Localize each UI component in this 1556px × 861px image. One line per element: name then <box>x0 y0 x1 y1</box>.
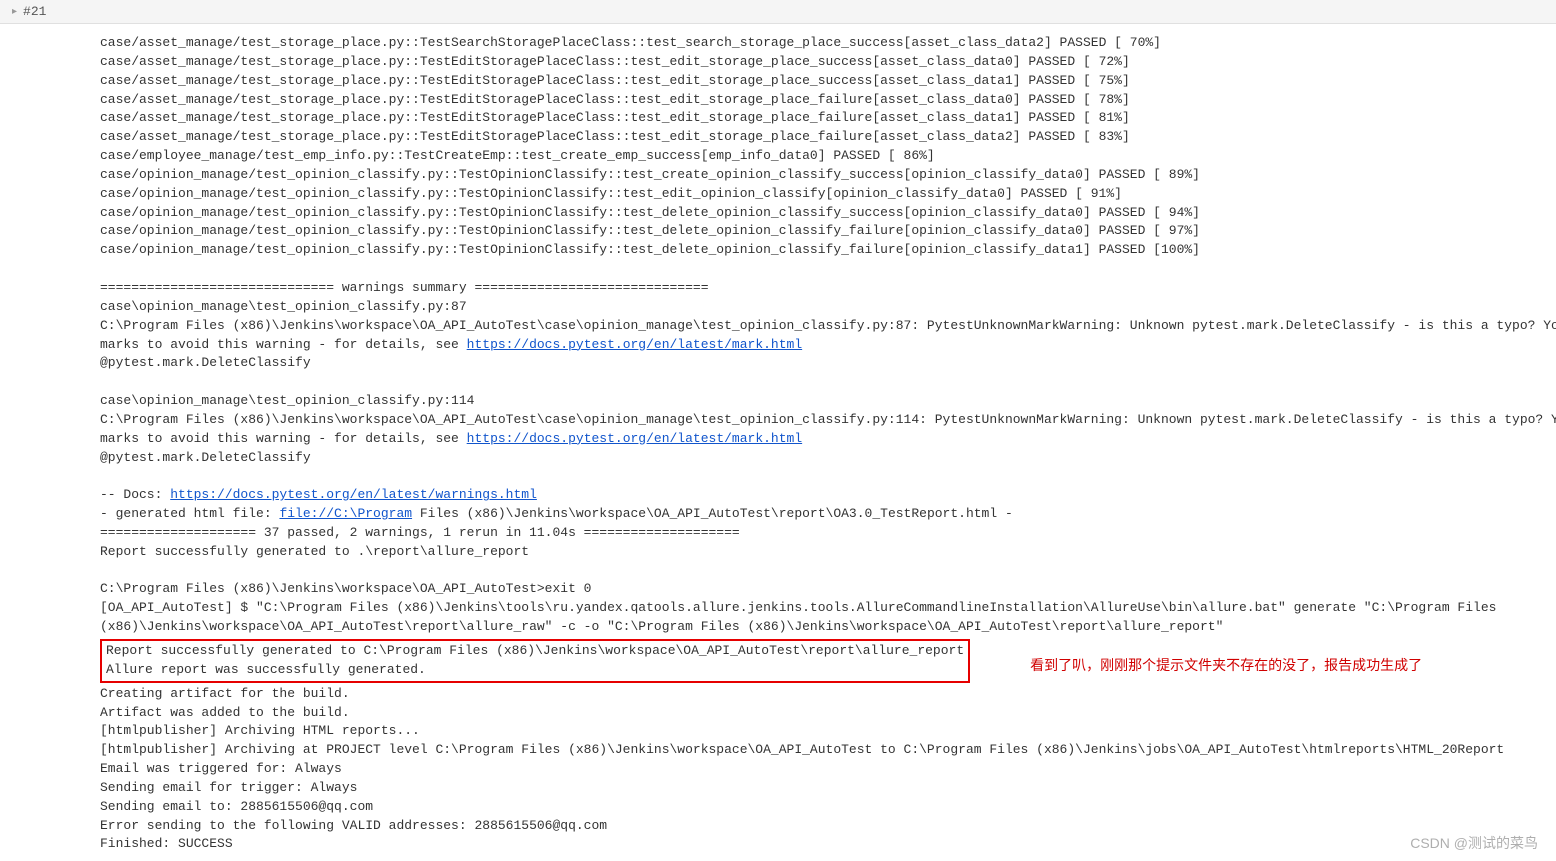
test-result-line: case/employee_manage/test_emp_info.py::T… <box>100 147 1556 166</box>
test-result-line: case/asset_manage/test_storage_place.py:… <box>100 109 1556 128</box>
log-line: Error sending to the following VALID add… <box>100 817 1556 836</box>
test-result-line: case/opinion_manage/test_opinion_classif… <box>100 241 1556 260</box>
annotation-text: 看到了叭，刚刚那个提示文件夹不存在的没了，报告成功生成了 <box>1030 637 1422 675</box>
warn1-marks: marks to avoid this warning - for detail… <box>100 336 1556 355</box>
summary-line: ==================== 37 passed, 2 warnin… <box>100 524 1556 543</box>
test-result-line: case/opinion_manage/test_opinion_classif… <box>100 185 1556 204</box>
test-result-line: case/asset_manage/test_storage_place.py:… <box>100 34 1556 53</box>
test-result-line: case/opinion_manage/test_opinion_classif… <box>100 204 1556 223</box>
mark-docs-link[interactable]: https://docs.pytest.org/en/latest/mark.h… <box>467 337 802 352</box>
test-result-line: case/opinion_manage/test_opinion_classif… <box>100 166 1556 185</box>
test-result-line: case/asset_manage/test_storage_place.py:… <box>100 91 1556 110</box>
allure-cmd-2: (x86)\Jenkins\workspace\OA_API_AutoTest\… <box>100 618 1556 637</box>
test-result-line: case/opinion_manage/test_opinion_classif… <box>100 222 1556 241</box>
test-result-line: case/asset_manage/test_storage_place.py:… <box>100 53 1556 72</box>
breadcrumb: ▸ #21 <box>0 0 1556 24</box>
boxed-line-2: Allure report was successfully generated… <box>106 661 964 680</box>
console-output: case/asset_manage/test_storage_place.py:… <box>0 24 1556 854</box>
generated-html-line: - generated html file: file://C:\Program… <box>100 505 1556 524</box>
warn2-decorator: @pytest.mark.DeleteClassify <box>100 449 1556 468</box>
warnings-docs-link[interactable]: https://docs.pytest.org/en/latest/warnin… <box>170 487 537 502</box>
warn2-path: case\opinion_manage\test_opinion_classif… <box>100 392 1556 411</box>
test-result-line: case/asset_manage/test_storage_place.py:… <box>100 128 1556 147</box>
log-line: Artifact was added to the build. <box>100 704 1556 723</box>
warn1-path: case\opinion_manage\test_opinion_classif… <box>100 298 1556 317</box>
log-line: Creating artifact for the build. <box>100 685 1556 704</box>
warn2-body: C:\Program Files (x86)\Jenkins\workspace… <box>100 411 1556 430</box>
watermark: CSDN @测试的菜鸟 <box>1410 833 1538 853</box>
log-line: Finished: SUCCESS <box>100 835 1556 854</box>
warn2-marks: marks to avoid this warning - for detail… <box>100 430 1556 449</box>
log-line: [htmlpublisher] Archiving at PROJECT lev… <box>100 741 1556 760</box>
warn1-decorator: @pytest.mark.DeleteClassify <box>100 354 1556 373</box>
log-line: Sending email to: 2885615506@qq.com <box>100 798 1556 817</box>
boxed-line-1: Report successfully generated to C:\Prog… <box>106 642 964 661</box>
docs-line: -- Docs: https://docs.pytest.org/en/late… <box>100 486 1556 505</box>
exit-line: C:\Program Files (x86)\Jenkins\workspace… <box>100 580 1556 599</box>
warn1-body: C:\Program Files (x86)\Jenkins\workspace… <box>100 317 1556 336</box>
chevron-right-icon: ▸ <box>12 6 17 18</box>
log-line: [htmlpublisher] Archiving HTML reports..… <box>100 722 1556 741</box>
log-line: Sending email for trigger: Always <box>100 779 1556 798</box>
test-result-line: case/asset_manage/test_storage_place.py:… <box>100 72 1556 91</box>
log-line: Email was triggered for: Always <box>100 760 1556 779</box>
html-report-link[interactable]: file://C:\Program <box>279 506 412 521</box>
mark-docs-link-2[interactable]: https://docs.pytest.org/en/latest/mark.h… <box>467 431 802 446</box>
allure-cmd-1: [OA_API_AutoTest] $ "C:\Program Files (x… <box>100 599 1556 618</box>
build-number[interactable]: #21 <box>23 4 46 19</box>
report-gen-1: Report successfully generated to .\repor… <box>100 543 1556 562</box>
warnings-header: ============================== warnings … <box>100 279 1556 298</box>
success-highlight-box: Report successfully generated to C:\Prog… <box>100 639 970 683</box>
